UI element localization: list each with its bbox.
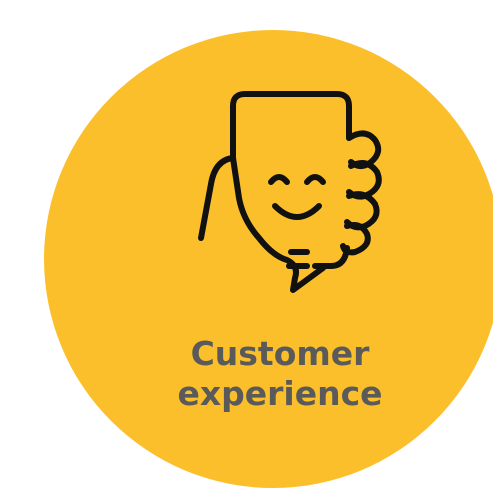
card-title: Customer experience — [130, 334, 430, 414]
customer-experience-card: Customer experience — [0, 0, 493, 490]
card-title-line-2: experience — [177, 374, 383, 413]
smiling-phone-in-hand-icon — [198, 91, 382, 293]
card-title-line-1: Customer — [190, 334, 370, 373]
